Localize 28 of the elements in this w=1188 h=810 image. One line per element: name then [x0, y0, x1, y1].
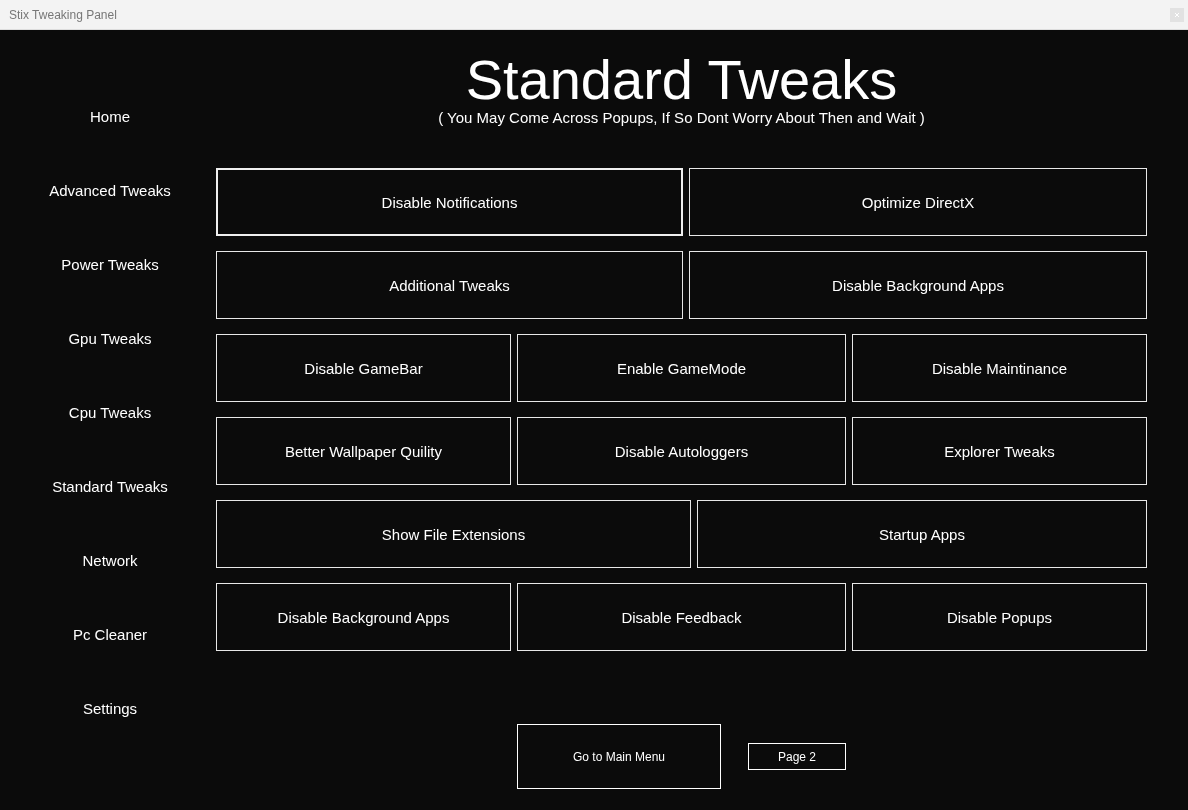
tweak-button[interactable]: Explorer Tweaks [852, 417, 1147, 485]
tweak-button[interactable]: Disable Autologgers [517, 417, 846, 485]
tweak-button[interactable]: Disable Background Apps [689, 251, 1147, 319]
tweak-button[interactable]: Disable Feedback [517, 583, 846, 651]
sidebar-item[interactable]: Standard Tweaks [52, 477, 168, 551]
sidebar-item[interactable]: Pc Cleaner [72, 625, 148, 699]
sidebar-item[interactable]: Power Tweaks [61, 255, 159, 329]
tweak-button[interactable]: Optimize DirectX [689, 168, 1147, 236]
close-icon[interactable] [1170, 7, 1184, 22]
tweak-button[interactable]: Disable Maintinance [852, 334, 1147, 402]
page-button[interactable]: Page 2 [748, 743, 846, 770]
sidebar-item[interactable]: Settings [82, 699, 138, 773]
tweak-button[interactable]: Enable GameMode [517, 334, 846, 402]
tweak-button[interactable]: Disable GameBar [216, 334, 511, 402]
window-title: Stix Tweaking Panel [9, 7, 117, 22]
sidebar-item[interactable]: Network [82, 551, 138, 625]
sidebar-item[interactable]: Advanced Tweaks [49, 181, 171, 255]
tweak-button[interactable]: Better Wallpaper Quility [216, 417, 511, 485]
main-menu-button[interactable]: Go to Main Menu [517, 724, 721, 789]
sidebar-item[interactable]: Cpu Tweaks [68, 403, 152, 477]
tweak-button[interactable]: Disable Notifications [216, 168, 683, 236]
sidebar-item[interactable]: Home [90, 107, 130, 181]
tweak-button[interactable]: Show File Extensions [216, 500, 691, 568]
tweak-button[interactable]: Disable Background Apps [216, 583, 511, 651]
tweak-button[interactable]: Additional Tweaks [216, 251, 683, 319]
tweak-button[interactable]: Startup Apps [697, 500, 1147, 568]
sidebar-item[interactable]: Gpu Tweaks [68, 329, 152, 403]
tweak-button[interactable]: Disable Popups [852, 583, 1147, 651]
